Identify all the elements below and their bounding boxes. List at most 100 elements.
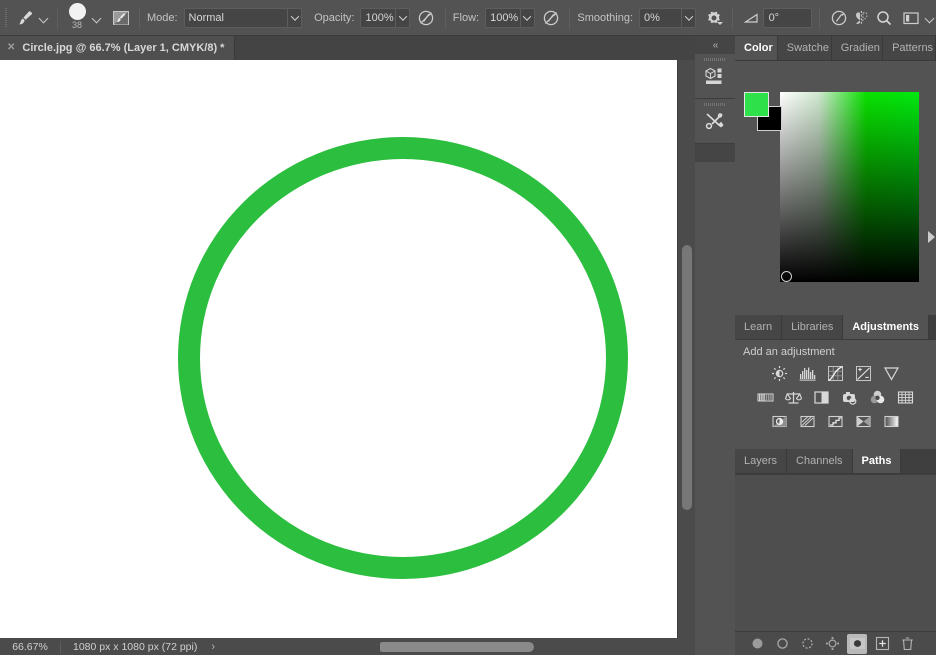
layers-panel-group: Layers Channels Paths	[735, 449, 936, 655]
right-panel-dock: Color Swatche Gradien Patterns Learn Lib…	[735, 36, 936, 655]
tab-adjustments[interactable]: Adjustments	[843, 315, 929, 339]
divider	[569, 6, 571, 29]
color-lookup-icon[interactable]	[895, 387, 917, 407]
smoothing-label: Smoothing:	[577, 11, 634, 24]
pressure-opacity-icon[interactable]	[415, 6, 438, 30]
load-path-as-selection-button[interactable]	[797, 634, 817, 654]
tab-label: Layers	[744, 455, 778, 467]
hue-saturation-icon[interactable]	[755, 387, 777, 407]
fill-path-with-foreground-button[interactable]	[747, 634, 767, 654]
workspace-switcher-icon[interactable]	[899, 6, 922, 30]
chevron-down-icon	[287, 8, 301, 27]
brush-tip-preview	[68, 2, 86, 20]
foreground-color-swatch[interactable]	[744, 92, 769, 117]
tab-label: Color	[744, 42, 773, 54]
canvas-vertical-scrollbar[interactable]	[677, 60, 695, 638]
brush-angle-value: 0°	[768, 11, 780, 24]
tool-presets-panel-icon[interactable]	[695, 99, 735, 144]
tab-swatches[interactable]: Swatche	[777, 36, 832, 60]
add-layer-mask-button[interactable]	[847, 633, 867, 654]
exposure-icon[interactable]	[853, 363, 875, 383]
brush-angle-input[interactable]: 0°	[762, 7, 813, 28]
close-icon[interactable]: ✕	[7, 43, 15, 53]
adjustments-panel-tab-row: Learn Libraries Adjustments	[735, 315, 936, 340]
pressure-size-icon[interactable]	[827, 6, 850, 30]
flow-input[interactable]: 100%	[485, 7, 535, 28]
brush-preset-chevron-down-icon[interactable]	[91, 12, 103, 24]
symmetry-butterfly-icon[interactable]	[850, 6, 873, 30]
tab-label: Gradien	[840, 42, 880, 54]
document-tab-bar: ✕ Circle.jpg @ 66.7% (Layer 1, CMYK/8) *	[0, 36, 695, 60]
brush-tool-preset-chevron-down-icon[interactable]	[38, 12, 50, 24]
options-bar-grip[interactable]	[0, 0, 13, 36]
green-circle-ring	[178, 137, 628, 579]
tab-learn[interactable]: Learn	[735, 315, 783, 339]
opacity-input[interactable]: 100%	[360, 7, 411, 28]
opacity-label: Opacity:	[314, 11, 355, 24]
document-tab-title: Circle.jpg @ 66.7% (Layer 1, CMYK/8) *	[22, 42, 225, 54]
horizontal-scrollbar-thumb[interactable]	[378, 642, 534, 652]
tab-paths[interactable]: Paths	[852, 449, 902, 473]
brush-angle-icon[interactable]	[740, 6, 763, 30]
blend-mode-value: Normal	[188, 11, 224, 24]
make-work-path-button[interactable]	[822, 634, 842, 654]
tab-label: Libraries	[791, 321, 834, 333]
vibrance-icon[interactable]	[881, 363, 903, 383]
levels-icon[interactable]	[797, 363, 819, 383]
color-panel-tab-row: Color Swatche Gradien Patterns	[735, 36, 936, 61]
color-balance-icon[interactable]	[783, 387, 805, 407]
curves-icon[interactable]	[825, 363, 847, 383]
black-and-white-icon[interactable]	[811, 387, 833, 407]
divider	[444, 6, 446, 29]
color-picker-field[interactable]	[780, 92, 919, 282]
vertical-scrollbar-thumb[interactable]	[682, 245, 692, 510]
gear-icon[interactable]	[702, 6, 725, 30]
paths-list[interactable]	[735, 474, 936, 631]
airbrush-icon[interactable]	[540, 6, 563, 30]
search-icon[interactable]	[873, 6, 896, 30]
image-canvas[interactable]	[0, 60, 677, 638]
smoothing-value: 0%	[644, 11, 660, 24]
tab-label: Channels	[796, 455, 843, 467]
tab-color[interactable]: Color	[735, 36, 778, 60]
status-expand-arrow-icon[interactable]: ›	[211, 641, 215, 653]
document-dimensions-label: 1080 px x 1080 px (72 ppi)	[73, 640, 198, 653]
document-tab[interactable]: ✕ Circle.jpg @ 66.7% (Layer 1, CMYK/8) *	[0, 36, 236, 60]
tab-layers[interactable]: Layers	[735, 449, 788, 473]
tab-libraries[interactable]: Libraries	[782, 315, 844, 339]
divider	[56, 6, 58, 29]
brush-preset-picker[interactable]: 38	[65, 2, 90, 33]
workspace-chevron-down-icon[interactable]	[924, 12, 936, 24]
tab-patterns[interactable]: Patterns	[883, 36, 936, 60]
divider	[731, 6, 733, 29]
collapsed-panel-dock: «	[695, 36, 735, 655]
collapse-panels-icon[interactable]: «	[695, 36, 735, 54]
color-field-marker[interactable]	[781, 271, 792, 282]
panel-flyout-arrow-icon[interactable]	[928, 231, 936, 243]
brush-settings-panel-icon[interactable]	[109, 6, 132, 30]
invert-icon[interactable]	[769, 411, 791, 431]
zoom-level-field[interactable]: 66.67%	[0, 641, 60, 653]
color-panel	[735, 61, 936, 315]
channel-mixer-icon[interactable]	[867, 387, 889, 407]
blend-mode-select[interactable]: Normal	[183, 7, 303, 28]
adjustments-row	[769, 411, 903, 431]
status-bar: 66.67% 1080 px x 1080 px (72 ppi) ›	[0, 638, 380, 655]
brightness-contrast-icon[interactable]	[769, 363, 791, 383]
threshold-icon[interactable]	[825, 411, 847, 431]
adjustments-row	[755, 387, 917, 407]
stroke-path-with-brush-button[interactable]	[772, 634, 792, 654]
gradient-map-icon[interactable]	[881, 411, 903, 431]
tab-channels[interactable]: Channels	[787, 449, 853, 473]
posterize-icon[interactable]	[797, 411, 819, 431]
selective-color-icon[interactable]	[853, 411, 875, 431]
tab-gradients[interactable]: Gradien	[831, 36, 884, 60]
new-path-button[interactable]	[872, 634, 892, 654]
tab-label: Adjustments	[852, 321, 919, 333]
smoothing-input[interactable]: 0%	[639, 7, 697, 28]
3d-panel-icon[interactable]	[695, 54, 735, 99]
tab-label: Learn	[744, 321, 773, 333]
photo-filter-icon[interactable]	[839, 387, 861, 407]
delete-path-button[interactable]	[897, 634, 917, 654]
brush-tool-icon[interactable]	[13, 6, 38, 30]
